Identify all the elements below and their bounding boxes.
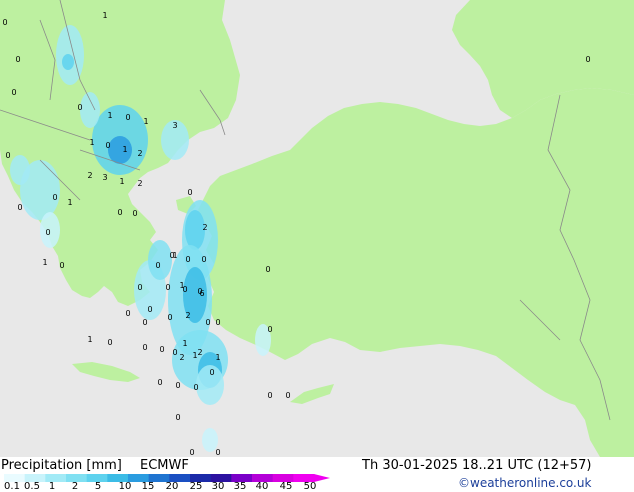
value-label: 0 [215,318,220,327]
value-label: 0 [172,348,177,357]
value-label: 0 [187,188,192,197]
precipitation-area [62,54,74,70]
model-label: ECMWF [140,458,189,473]
value-label: 1 [67,198,72,207]
value-label: 2 [137,179,142,188]
value-label: 2 [137,149,142,158]
value-label: 0 [105,141,110,150]
value-label: 0 [189,448,194,457]
value-label: 0 [267,391,272,400]
value-label: 0 [155,261,160,270]
value-label: 0 [132,209,137,218]
value-label: 0 [17,203,22,212]
color-scale-tick-label: 0.1 [4,481,20,492]
color-scale-tick-label: 10 [118,481,132,492]
color-scale-tick-label: 0.5 [24,481,40,492]
value-label: 1 [215,353,220,362]
value-label: 0 [185,255,190,264]
value-label: 0 [265,265,270,274]
value-label: 0 [77,103,82,112]
value-label: 0 [137,283,142,292]
color-scale-tick-label: 35 [233,481,247,492]
value-label: 0 [159,345,164,354]
value-label: 0 [285,391,290,400]
value-label: 0 [107,338,112,347]
value-label: 0 [147,305,152,314]
color-scale-tick-label: 20 [165,481,179,492]
value-label: 0 [142,343,147,352]
value-label: 1 [143,117,148,126]
color-scale-tick-label: 50 [303,481,317,492]
credit-label[interactable]: ©weatheronline.co.uk [458,476,591,490]
value-label: 0 [11,88,16,97]
value-label: 0 [182,285,187,294]
value-label: 2 [202,223,207,232]
value-label: 0 [169,251,174,260]
value-label: 3 [172,121,177,130]
value-label: 0 [205,318,210,327]
value-label: 0 [45,228,50,237]
value-label: 0 [125,113,130,122]
map-canvas: 010 0001 0 1 301 0 1 23 1 2200100 020100 0 001 00 10 0 0… [0,0,634,457]
value-label: 0 [585,55,590,64]
value-label: 6 [199,289,204,298]
value-label: 1 [122,145,127,154]
color-scale-tick-label: 25 [189,481,203,492]
value-label: 0 [142,318,147,327]
value-label: 0 [52,193,57,202]
datetime-label: Th 30-01-2025 18..21 UTC (12+57) [362,458,592,473]
legend-bar: Precipitation [mm] ECMWF Th 30-01-2025 1… [0,457,634,492]
legend-title: Precipitation [mm] [1,458,122,473]
value-label: 1 [182,339,187,348]
value-label: 1 [102,11,107,20]
value-label: 1 [89,138,94,147]
value-label: 0 [209,368,214,377]
color-scale-tick-label: 5 [94,481,102,492]
value-label: 0 [157,378,162,387]
value-label: 2 [179,353,184,362]
value-label: 1 [192,351,197,360]
value-label: 0 [117,208,122,217]
color-scale-tick-label: 2 [71,481,79,492]
value-label: 0 [5,151,10,160]
value-label: 0 [165,283,170,292]
value-label: 1 [87,335,92,344]
color-scale-tick-label: 45 [279,481,293,492]
precipitation-area [10,155,30,185]
precipitation-area [148,240,172,280]
value-label: 3 [102,173,107,182]
color-scale-arrow [314,474,330,482]
value-label: 0 [193,383,198,392]
color-scale-tick-label: 1 [48,481,56,492]
value-label: 0 [125,309,130,318]
value-label: 2 [87,171,92,180]
value-label: 0 [201,255,206,264]
value-label: 2 [197,348,202,357]
value-label: 0 [175,413,180,422]
color-scale-tick-label: 40 [255,481,269,492]
value-label: 1 [107,111,112,120]
color-scale-tick-label: 15 [141,481,155,492]
value-label: 1 [119,177,124,186]
precipitation-area [80,92,100,128]
value-label: 0 [267,325,272,334]
value-label: 0 [2,18,7,27]
value-label: 0 [175,381,180,390]
value-label: 0 [59,261,64,270]
color-scale-tick-label: 30 [211,481,225,492]
precipitation-map: 0100001013010123122001000201000001001000… [0,0,634,457]
value-label: 2 [185,311,190,320]
value-label: 0 [167,313,172,322]
precipitation-area [108,136,132,164]
value-label: 0 [15,55,20,64]
value-label: 0 [215,448,220,457]
value-label: 1 [42,258,47,267]
